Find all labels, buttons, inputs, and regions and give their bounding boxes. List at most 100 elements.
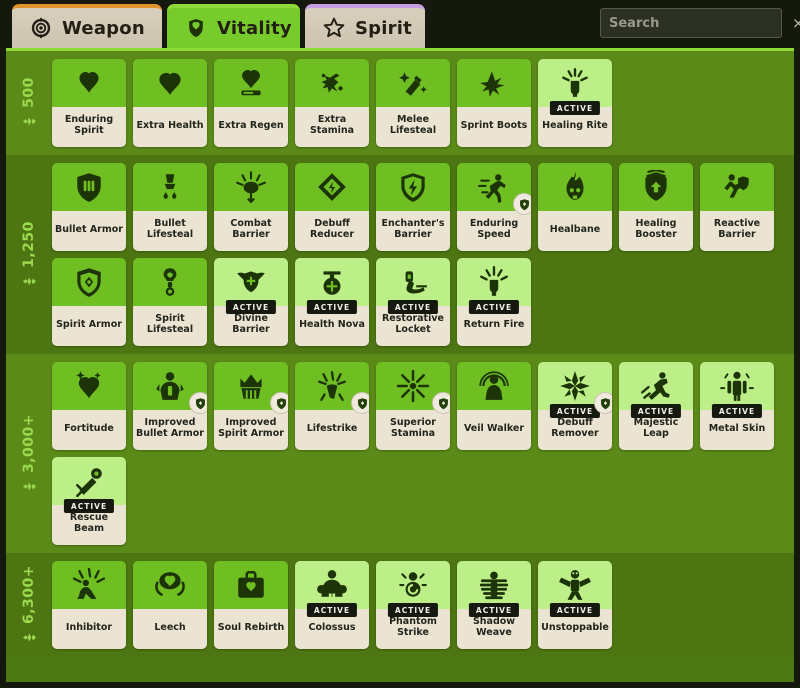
item-card[interactable]: ACTIVE Return Fire bbox=[457, 258, 531, 346]
active-badge: ACTIVE bbox=[225, 300, 277, 314]
item-name: Extra Health bbox=[133, 107, 207, 147]
tab-spirit-label: Spirit bbox=[355, 17, 412, 39]
item-card[interactable]: Bullet Armor bbox=[52, 163, 126, 251]
crown-figure-icon bbox=[214, 362, 288, 414]
item-card[interactable]: ACTIVE Rescue Beam bbox=[52, 457, 126, 545]
item-card[interactable]: Soul Rebirth bbox=[214, 561, 288, 649]
amulet-icon bbox=[133, 258, 207, 306]
search-input[interactable] bbox=[609, 15, 791, 31]
item-card[interactable]: Lifestrike bbox=[295, 362, 369, 450]
active-badge: ACTIVE bbox=[468, 603, 520, 617]
tab-weapon[interactable]: Weapon bbox=[12, 4, 162, 48]
item-grid-panel: 500 Enduring Spirit Extra Health Extra Rege… bbox=[6, 48, 794, 682]
item-card[interactable]: Fortitude bbox=[52, 362, 126, 450]
upgrade-badge-icon bbox=[432, 392, 450, 414]
search-clear-icon[interactable]: × bbox=[791, 15, 800, 31]
item-card[interactable]: Combat Barrier bbox=[214, 163, 288, 251]
item-card[interactable]: Veil Walker bbox=[457, 362, 531, 450]
item-card[interactable]: ACTIVE Healing Rite bbox=[538, 59, 612, 147]
sprint-burst-icon bbox=[295, 59, 369, 107]
phantom-icon: ACTIVE bbox=[376, 561, 450, 617]
item-name: Spirit Armor bbox=[52, 306, 126, 346]
armored-figure-icon bbox=[133, 362, 207, 414]
item-card[interactable]: ACTIVE Health Nova bbox=[295, 258, 369, 346]
upgrade-badge-icon bbox=[513, 193, 531, 215]
item-name: Extra Regen bbox=[214, 107, 288, 147]
leaping-figure-icon: ACTIVE bbox=[619, 362, 693, 418]
item-card[interactable]: Extra Health bbox=[133, 59, 207, 147]
item-name: Combat Barrier bbox=[214, 211, 288, 251]
item-card[interactable]: ACTIVE Debuff Remover bbox=[538, 362, 612, 450]
heart-sparkle-icon bbox=[52, 362, 126, 410]
spirit-icon bbox=[323, 17, 345, 39]
item-card[interactable]: Melee Lifesteal bbox=[376, 59, 450, 147]
item-card[interactable]: Spirit Armor bbox=[52, 258, 126, 346]
tab-spirit[interactable]: Spirit bbox=[305, 4, 425, 48]
item-name: Melee Lifesteal bbox=[376, 107, 450, 147]
item-name: Bullet Lifesteal bbox=[133, 211, 207, 251]
winged-shield-icon: ACTIVE bbox=[214, 258, 288, 314]
item-name: Improved Spirit Armor bbox=[214, 410, 288, 450]
item-card[interactable]: ACTIVE Shadow Weave bbox=[457, 561, 531, 649]
item-card[interactable]: Improved Spirit Armor bbox=[214, 362, 288, 450]
melee-fist-icon bbox=[376, 59, 450, 107]
tier-row: 3,000+ Fortitude Improved Bullet Armor Impr… bbox=[6, 354, 794, 553]
item-name: Inhibitor bbox=[52, 609, 126, 649]
tier-item-list: Enduring Spirit Extra Health Extra Regen Ex… bbox=[52, 59, 794, 147]
item-card[interactable]: ACTIVE Majestic Leap bbox=[619, 362, 693, 450]
item-card[interactable]: ACTIVE Metal Skin bbox=[700, 362, 774, 450]
leech-heart-icon bbox=[133, 561, 207, 609]
active-badge: ACTIVE bbox=[549, 603, 601, 617]
locket-hand-icon: ACTIVE bbox=[376, 258, 450, 314]
item-card[interactable]: ACTIVE Phantom Strike bbox=[376, 561, 450, 649]
item-card[interactable]: Bullet Lifesteal bbox=[133, 163, 207, 251]
item-card[interactable]: ACTIVE Divine Barrier bbox=[214, 258, 288, 346]
item-card[interactable]: Debuff Reducer bbox=[295, 163, 369, 251]
item-card[interactable]: ACTIVE Unstoppable bbox=[538, 561, 612, 649]
item-card[interactable]: Healing Booster bbox=[619, 163, 693, 251]
weave-icon: ACTIVE bbox=[457, 561, 531, 617]
tier-row: 500 Enduring Spirit Extra Health Extra Rege… bbox=[6, 51, 794, 155]
item-card[interactable]: Enduring Spirit bbox=[52, 59, 126, 147]
beam-wrench-icon: ACTIVE bbox=[52, 457, 126, 513]
tier-item-list: Bullet Armor Bullet Lifesteal Combat Barri… bbox=[52, 163, 794, 346]
item-card[interactable]: Reactive Barrier bbox=[700, 163, 774, 251]
item-name: Leech bbox=[133, 609, 207, 649]
tier-price-value: 6,300+ bbox=[21, 564, 38, 625]
item-card[interactable]: Superior Stamina bbox=[376, 362, 450, 450]
item-name: Superior Stamina bbox=[376, 410, 450, 450]
tab-vitality[interactable]: Vitality bbox=[167, 4, 300, 48]
item-name: Enduring Speed bbox=[457, 211, 531, 251]
item-name: Spirit Lifesteal bbox=[133, 306, 207, 346]
boot-icon bbox=[457, 59, 531, 107]
item-card[interactable]: Extra Regen bbox=[214, 59, 288, 147]
tier-item-list: Inhibitor Leech Soul Rebirth ACTIVE Colossus… bbox=[52, 561, 794, 649]
item-card[interactable]: Sprint Boots bbox=[457, 59, 531, 147]
item-card[interactable]: Inhibitor bbox=[52, 561, 126, 649]
active-badge: ACTIVE bbox=[306, 603, 358, 617]
item-card[interactable]: ACTIVE Restorative Locket bbox=[376, 258, 450, 346]
active-badge: ACTIVE bbox=[549, 101, 601, 115]
item-name: Reactive Barrier bbox=[700, 211, 774, 251]
item-card[interactable]: Leech bbox=[133, 561, 207, 649]
soul-currency-icon bbox=[22, 630, 37, 645]
item-name: Healbane bbox=[538, 211, 612, 251]
item-card[interactable]: Extra Stamina bbox=[295, 59, 369, 147]
aura-figure-icon bbox=[457, 362, 531, 410]
active-badge: ACTIVE bbox=[549, 404, 601, 418]
item-card[interactable]: Spirit Lifesteal bbox=[133, 258, 207, 346]
item-card[interactable]: Improved Bullet Armor bbox=[133, 362, 207, 450]
search-box[interactable]: × bbox=[600, 8, 800, 38]
item-card[interactable]: Healbane bbox=[538, 163, 612, 251]
item-card[interactable]: ACTIVE Colossus bbox=[295, 561, 369, 649]
tab-weapon-label: Weapon bbox=[62, 17, 145, 39]
tier-row: 1,250 Bullet Armor Bullet Lifesteal Combat … bbox=[6, 155, 794, 354]
item-card[interactable]: Enchanter's Barrier bbox=[376, 163, 450, 251]
kneeling-burst-icon bbox=[52, 561, 126, 609]
item-card[interactable]: Enduring Speed bbox=[457, 163, 531, 251]
item-name: Enchanter's Barrier bbox=[376, 211, 450, 251]
tier-price-value: 3,000+ bbox=[21, 413, 38, 473]
item-name: Bullet Armor bbox=[52, 211, 126, 251]
upgrade-badge-icon bbox=[351, 392, 369, 414]
item-name: Extra Stamina bbox=[295, 107, 369, 147]
